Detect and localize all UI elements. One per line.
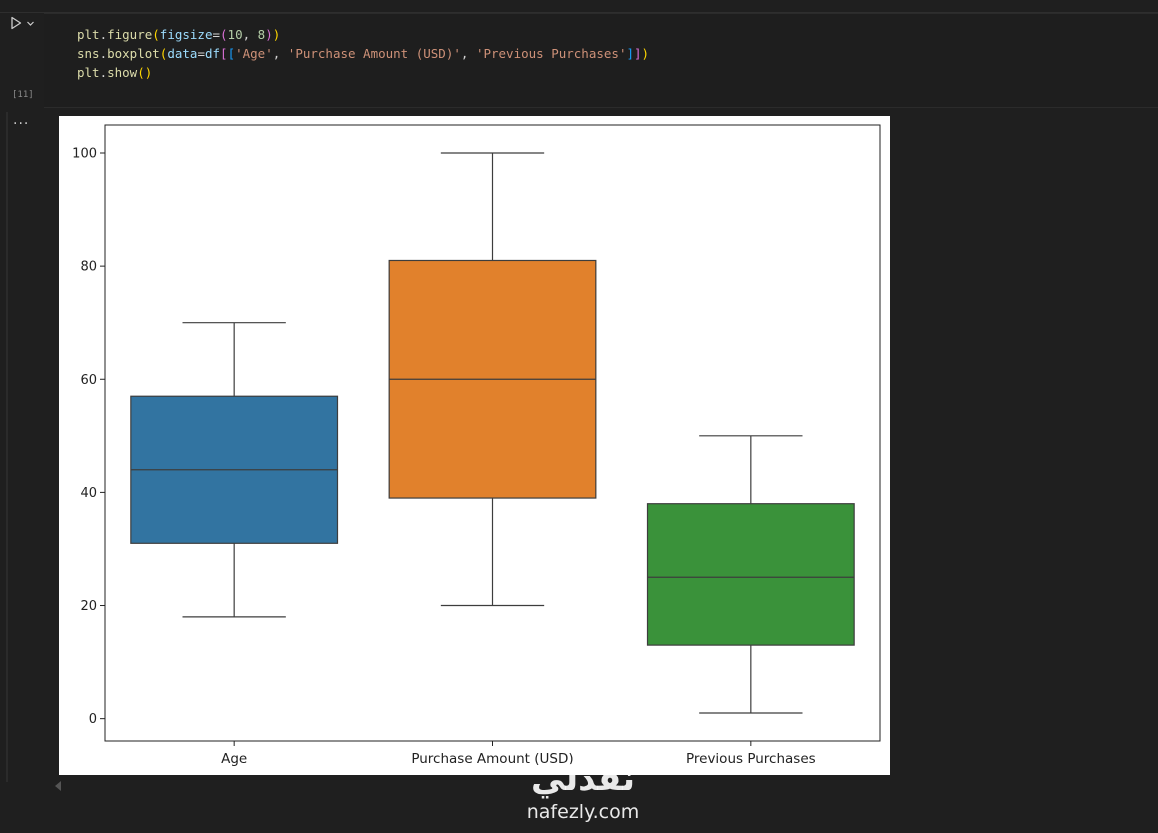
watermark-url: nafezly.com <box>526 801 640 823</box>
boxplot-chart: 020406080100Age Purchase Amount (USD) Prev… <box>72 124 881 767</box>
scroll-left-arrow[interactable] <box>55 781 61 791</box>
code-token: 'Previous Purchases' <box>475 46 627 61</box>
code-token: ] <box>626 46 634 61</box>
y-tick-label: 100 <box>72 147 97 162</box>
code-token: sns <box>77 46 100 61</box>
code-token: 'Age' <box>235 46 273 61</box>
plot-output: 0 20 40 60 80 100 Age Purchase Amount (USD) Prev… <box>59 116 890 775</box>
code-token: = <box>197 46 205 61</box>
execution-count: [11] <box>12 90 34 100</box>
code-token: boxplot <box>107 46 160 61</box>
y-tick-label: 20 <box>80 599 97 614</box>
output-more-button[interactable]: ... <box>13 113 31 130</box>
code-token: 'Purchase Amount (USD)' <box>287 46 461 61</box>
code-token: [ <box>227 46 236 61</box>
code-token: ) <box>265 27 273 42</box>
code-token: ) <box>272 27 281 42</box>
code-token: figure <box>107 27 153 42</box>
code-token: . <box>99 46 108 61</box>
y-tick-label: 80 <box>80 260 97 275</box>
code-token: . <box>99 27 108 42</box>
code-token: df <box>204 46 221 61</box>
code-token: 10 <box>227 27 243 42</box>
code-token: show <box>107 65 138 80</box>
y-tick-label: 60 <box>80 373 97 388</box>
code-token: , <box>242 27 258 42</box>
watermark: نفذلي nafezly.com <box>508 758 658 830</box>
code-line[interactable]: plt.show() <box>77 63 152 82</box>
code-token: figsize <box>159 27 213 42</box>
x-tick-label: Age <box>221 751 247 767</box>
code-token: () <box>137 65 153 80</box>
box-2 <box>646 503 855 646</box>
code-line[interactable]: plt.figure(figsize=(10, 8)) <box>77 25 280 44</box>
x-tick-label: Previous Purchases <box>686 751 816 767</box>
code-token: = <box>212 27 221 42</box>
code-token: ] <box>634 46 642 61</box>
output-collapse-bar[interactable] <box>6 112 8 782</box>
run-cell-button[interactable] <box>10 14 38 32</box>
code-line[interactable]: sns.boxplot(data=df[['Age', 'Purchase Am… <box>77 44 649 63</box>
code-editor[interactable]: plt.figure(figsize=(10, 8)) sns.boxplot(… <box>44 13 1158 108</box>
code-token: . <box>99 65 108 80</box>
code-token: [ <box>220 46 228 61</box>
y-tick-label: 0 <box>89 712 97 727</box>
watermark-arabic: نفذلي <box>530 759 636 799</box>
play-icon <box>11 16 22 30</box>
editor-top-border <box>0 0 1158 13</box>
code-token: ( <box>152 27 160 42</box>
code-token: , <box>272 46 288 61</box>
code-token: , <box>460 46 476 61</box>
chevron-down-icon[interactable] <box>26 19 35 28</box>
code-token: plt <box>77 65 100 80</box>
code-token: ( <box>220 27 228 42</box>
y-tick-label: 40 <box>80 486 97 501</box>
code-token: plt <box>77 27 100 42</box>
code-token: data <box>167 46 198 61</box>
code-token: ) <box>641 46 650 61</box>
